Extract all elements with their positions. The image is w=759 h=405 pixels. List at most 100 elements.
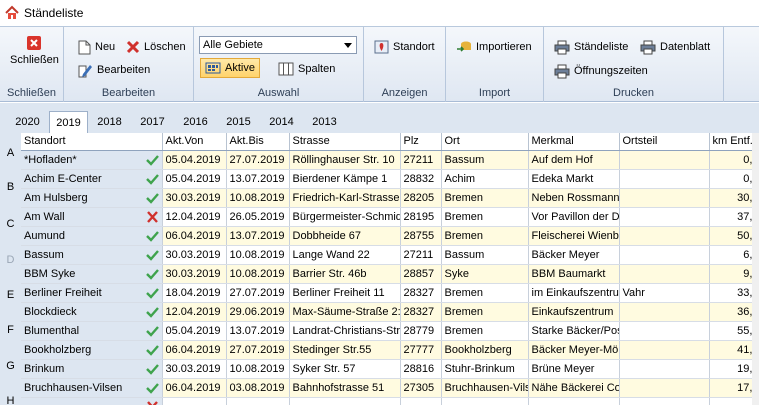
cell-merkmal[interactable]: Einkaufszentrum (528, 302, 620, 322)
cell-bis[interactable]: 10.08.2019 (226, 264, 290, 284)
cell-strasse[interactable]: Berliner Freiheit 11 (289, 283, 401, 303)
table-row[interactable]: Aumund 06.04.2019 13.07.2019 Dobbheide 67 28… (21, 226, 759, 246)
cell-plz[interactable] (400, 397, 442, 405)
cell-ort[interactable]: Bassum (441, 150, 529, 170)
cell-standort[interactable]: Am Hulsberg (21, 188, 163, 208)
cell-bis[interactable]: 26.05.2019 (226, 207, 290, 227)
column-header[interactable]: Strasse (289, 133, 401, 151)
cell-ort[interactable]: Syke (441, 264, 529, 284)
index-letter-a[interactable]: A (0, 147, 21, 159)
cell-ort[interactable]: Bremen (441, 207, 529, 227)
cell-standort[interactable]: Achim E-Center (21, 169, 163, 189)
cell-ort[interactable]: Bremen (441, 226, 529, 246)
print-staendeliste-button[interactable]: Ständeliste (554, 37, 628, 57)
cell-strasse[interactable]: Friedrich-Karl-Strasse (289, 188, 401, 208)
cell-merkmal[interactable]: Nähe Bäckerei Co (528, 378, 620, 398)
cell-merkmal[interactable]: Vor Pavillon der D (528, 207, 620, 227)
cell-plz[interactable]: 28195 (400, 207, 442, 227)
table-row[interactable]: Blumenthal 05.04.2019 13.07.2019 Landrat-Ch… (21, 321, 759, 341)
cell-standort[interactable]: Bassum (21, 245, 163, 265)
cell-strasse[interactable]: Barrier Str. 46b (289, 264, 401, 284)
cell-merkmal[interactable]: Neben Rossmann (528, 188, 620, 208)
cell-ortsteil[interactable] (619, 264, 710, 284)
cell-ort[interactable]: Stuhr-Brinkum (441, 359, 529, 379)
close-button[interactable]: Schließen (10, 35, 59, 66)
cell-plz[interactable]: 28816 (400, 359, 442, 379)
cell-von[interactable]: 30.03.2019 (162, 264, 227, 284)
cell-plz[interactable]: 28832 (400, 169, 442, 189)
cell-von[interactable]: 05.04.2019 (162, 169, 227, 189)
tab-2015[interactable]: 2015 (217, 111, 260, 133)
column-header[interactable]: Ort (441, 133, 529, 151)
index-letter-e[interactable]: E (0, 289, 21, 301)
table-row[interactable]: Am Hulsberg 30.03.2019 10.08.2019 Friedrich… (21, 188, 759, 208)
tab-2013[interactable]: 2013 (303, 111, 346, 133)
cell-bis[interactable]: 27.07.2019 (226, 150, 290, 170)
column-header[interactable]: Akt.Von (162, 133, 227, 151)
delete-button[interactable]: Löschen (126, 37, 186, 57)
column-header[interactable]: Ortsteil (619, 133, 710, 151)
cell-merkmal[interactable]: Starke Bäcker/Pos (528, 321, 620, 341)
cell-bis[interactable]: 03.08.2019 (226, 378, 290, 398)
index-letter-c[interactable]: C (0, 218, 21, 230)
cell-bis[interactable]: 13.07.2019 (226, 321, 290, 341)
index-letter-g[interactable]: G (0, 360, 21, 372)
cell-strasse[interactable]: Stedinger Str.55 (289, 340, 401, 360)
cell-ortsteil[interactable] (619, 169, 710, 189)
cell-merkmal[interactable]: im Einkaufszentru (528, 283, 620, 303)
index-letter-b[interactable]: B (0, 181, 21, 193)
cell-ortsteil[interactable] (619, 226, 710, 246)
cell-bis[interactable]: 13.07.2019 (226, 226, 290, 246)
tab-2019[interactable]: 2019 (49, 111, 88, 133)
vertical-scrollbar[interactable] (752, 133, 759, 405)
cell-merkmal[interactable]: Edeka Markt (528, 169, 620, 189)
cell-ortsteil[interactable] (619, 397, 710, 405)
standort-button[interactable]: Standort (374, 37, 435, 57)
cell-von[interactable]: 12.04.2019 (162, 302, 227, 322)
column-header[interactable]: Plz (400, 133, 442, 151)
cell-von[interactable]: 30.03.2019 (162, 245, 227, 265)
cell-plz[interactable]: 28755 (400, 226, 442, 246)
cell-strasse[interactable]: Bierdener Kämpe 1 (289, 169, 401, 189)
cell-standort[interactable]: Bruchhausen-Vilsen (21, 378, 163, 398)
cell-plz[interactable]: 28779 (400, 321, 442, 341)
cell-von[interactable]: 06.04.2019 (162, 378, 227, 398)
cell-bis[interactable]: 27.07.2019 (226, 283, 290, 303)
cell-bis[interactable]: 27.07.2019 (226, 340, 290, 360)
cell-bis[interactable]: 10.08.2019 (226, 359, 290, 379)
cell-ortsteil[interactable] (619, 245, 710, 265)
print-datenblatt-button[interactable]: Datenblatt (640, 37, 710, 57)
cell-strasse[interactable] (289, 397, 401, 405)
index-letter-d[interactable]: D (0, 254, 21, 266)
table-row[interactable]: Bookholzberg 06.04.2019 27.07.2019 Stedinge… (21, 340, 759, 360)
cell-ort[interactable]: Bremen (441, 302, 529, 322)
cell-merkmal[interactable]: Bäcker Meyer (528, 245, 620, 265)
cell-von[interactable]: 05.04.2019 (162, 150, 227, 170)
cell-bis[interactable]: 13.07.2019 (226, 169, 290, 189)
cell-von[interactable]: 06.04.2019 (162, 340, 227, 360)
cell-standort[interactable]: Brinkum (21, 359, 163, 379)
cell-ortsteil[interactable] (619, 340, 710, 360)
cell-plz[interactable]: 28327 (400, 302, 442, 322)
table-row[interactable]: Bassum 30.03.2019 10.08.2019 Lange Wand 22 2… (21, 245, 759, 265)
cell-merkmal[interactable]: BBM Baumarkt (528, 264, 620, 284)
cell-standort[interactable]: Bookholzberg (21, 340, 163, 360)
import-button[interactable]: Importieren (456, 37, 532, 57)
cell-von[interactable]: 30.03.2019 (162, 188, 227, 208)
cell-plz[interactable]: 28205 (400, 188, 442, 208)
cell-plz[interactable]: 28857 (400, 264, 442, 284)
tab-2016[interactable]: 2016 (174, 111, 217, 133)
cell-ort[interactable]: Bruchhausen-Vilse (441, 378, 529, 398)
tab-2020[interactable]: 2020 (6, 111, 49, 133)
active-toggle-button[interactable]: Aktive (200, 58, 260, 78)
index-letter-h[interactable]: H (0, 395, 21, 405)
cell-von[interactable]: 30.03.2019 (162, 359, 227, 379)
cell-ortsteil[interactable] (619, 359, 710, 379)
cell-plz[interactable]: 27211 (400, 150, 442, 170)
cell-plz[interactable]: 27777 (400, 340, 442, 360)
cell-merkmal[interactable]: Auf dem Hof (528, 150, 620, 170)
column-header[interactable]: Merkmal (528, 133, 620, 151)
tab-2014[interactable]: 2014 (260, 111, 303, 133)
cell-von[interactable]: 18.04.2019 (162, 283, 227, 303)
cell-ortsteil[interactable] (619, 150, 710, 170)
